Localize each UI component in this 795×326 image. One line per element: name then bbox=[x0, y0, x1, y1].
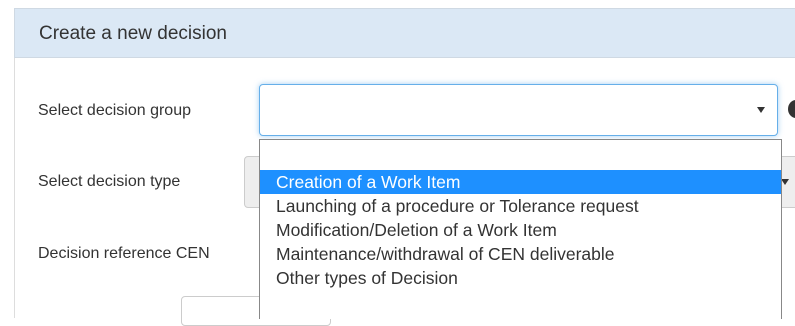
decision-type-label: Select decision type bbox=[38, 173, 181, 190]
dropdown-option[interactable]: Maintenance/withdrawal of CEN deliverabl… bbox=[260, 242, 781, 266]
dropdown-option[interactable]: Other types of Decision bbox=[260, 266, 781, 290]
panel-title: Create a new decision bbox=[39, 23, 227, 44]
caret-down-icon bbox=[781, 179, 789, 185]
decision-group-dropdown[interactable]: Creation of a Work Item Launching of a p… bbox=[259, 139, 782, 319]
dropdown-option[interactable]: Creation of a Work Item bbox=[260, 170, 781, 194]
dropdown-option[interactable]: Modification/Deletion of a Work Item bbox=[260, 218, 781, 242]
decision-reference-label: Decision reference CEN bbox=[38, 245, 210, 262]
decision-group-label: Select decision group bbox=[38, 102, 191, 119]
panel-header: Create a new decision bbox=[14, 8, 795, 58]
caret-down-icon bbox=[757, 107, 765, 113]
decision-group-select[interactable] bbox=[259, 84, 778, 136]
dropdown-option[interactable]: Launching of a procedure or Tolerance re… bbox=[260, 194, 781, 218]
dropdown-empty-option[interactable] bbox=[260, 140, 781, 170]
